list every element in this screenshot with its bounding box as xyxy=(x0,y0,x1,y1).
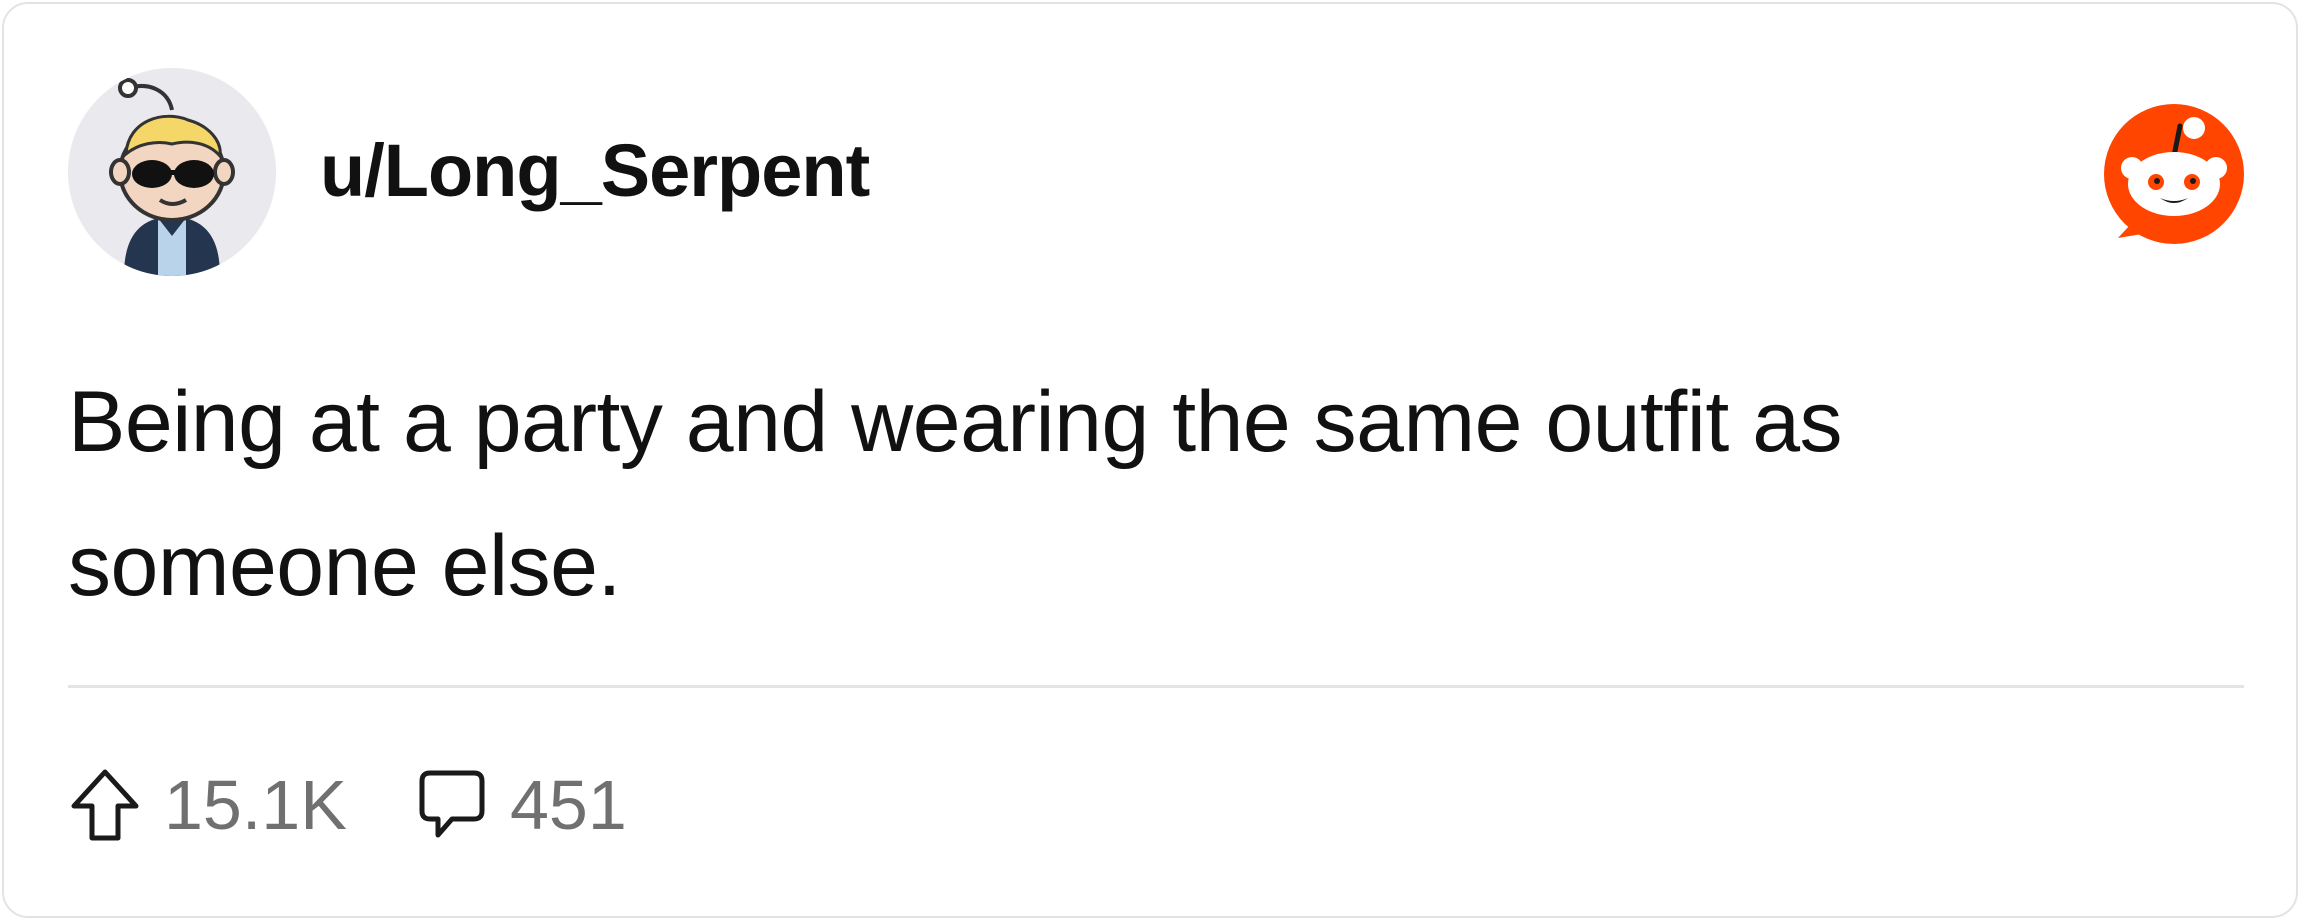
post-body-text: Being at a party and wearing the same ou… xyxy=(68,374,1843,614)
user-avatar[interactable] xyxy=(68,68,276,276)
post-card: u/Long_Serpent Being at a party and wear… xyxy=(2,2,2298,918)
snoo-avatar-icon xyxy=(68,68,276,276)
reddit-logo-icon xyxy=(2100,100,2248,248)
upvote-stat[interactable]: 15.1K xyxy=(68,764,347,846)
upvote-arrow-icon[interactable] xyxy=(68,766,142,844)
divider xyxy=(68,685,2244,688)
comment-count: 451 xyxy=(510,766,627,844)
comment-stat[interactable]: 451 xyxy=(416,764,627,846)
comment-bubble-icon[interactable] xyxy=(416,767,488,843)
post-username[interactable]: u/Long_Serpent xyxy=(320,126,870,216)
upvote-count: 15.1K xyxy=(164,766,347,844)
